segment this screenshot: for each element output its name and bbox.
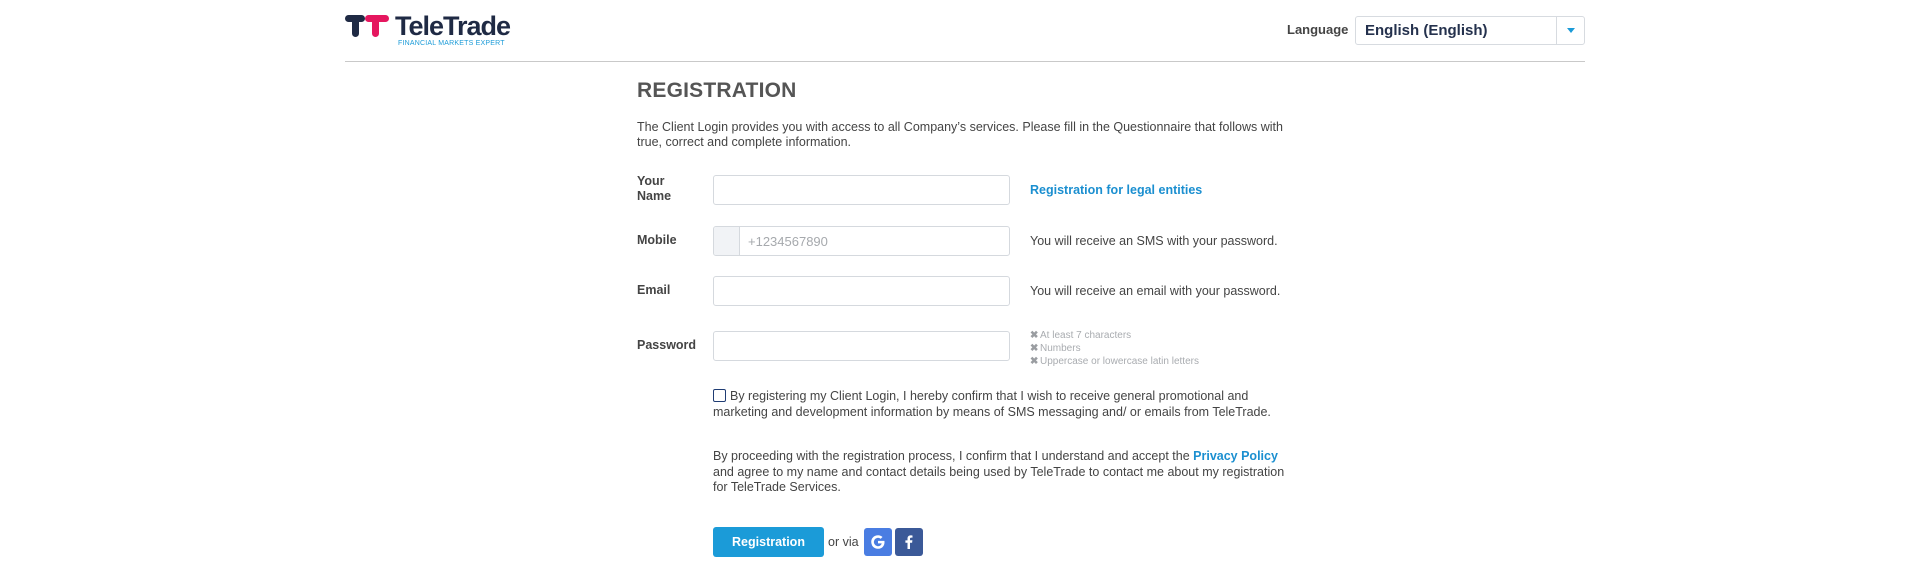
page: TeleTrade FINANCIAL MARKETS EXPERT Langu… xyxy=(0,0,1906,561)
or-via-label: or via xyxy=(828,535,859,549)
email-row: Email You will receive an email with you… xyxy=(637,276,1297,306)
google-icon xyxy=(870,535,885,549)
chevron-down-icon xyxy=(1566,28,1575,33)
password-rules: ✖ At least 7 characters ✖ Numbers ✖ Uppe… xyxy=(1030,329,1199,368)
logo-text: TeleTrade FINANCIAL MARKETS EXPERT xyxy=(395,11,511,48)
logo[interactable]: TeleTrade FINANCIAL MARKETS EXPERT xyxy=(345,11,511,48)
password-rule-text: Uppercase or lowercase latin letters xyxy=(1040,356,1199,367)
cross-icon: ✖ xyxy=(1030,330,1039,341)
intro-text: The Client Login provides you with acces… xyxy=(637,120,1283,149)
name-label: Your Name xyxy=(637,174,672,203)
password-rule: ✖ At least 7 characters xyxy=(1030,329,1199,342)
teletrade-logo-icon xyxy=(345,15,389,37)
password-input[interactable] xyxy=(713,331,1010,361)
email-input[interactable] xyxy=(713,276,1010,306)
facebook-icon xyxy=(904,535,913,549)
facebook-login-button[interactable] xyxy=(894,528,923,556)
logo-name: TeleTrade xyxy=(395,11,511,41)
password-rule: ✖ Numbers xyxy=(1030,342,1199,355)
cross-icon: ✖ xyxy=(1030,343,1039,354)
password-rule-text: Numbers xyxy=(1040,343,1081,354)
google-login-button[interactable] xyxy=(863,528,892,556)
mobile-row: Mobile You will receive an SMS with your… xyxy=(637,226,1297,256)
email-label: Email xyxy=(637,283,671,297)
language-dropdown-toggle[interactable] xyxy=(1556,17,1584,44)
country-code-selector[interactable] xyxy=(714,227,740,255)
privacy-text-after: and agree to my name and contact details… xyxy=(713,464,1285,495)
email-hint: You will receive an email with your pass… xyxy=(1030,284,1281,298)
password-rule: ✖ Uppercase or lowercase latin letters xyxy=(1030,355,1199,368)
password-label: Password xyxy=(637,338,697,352)
privacy-notice: By proceeding with the registration proc… xyxy=(713,449,1288,496)
marketing-consent-checkbox[interactable] xyxy=(713,389,726,402)
password-rule-text: At least 7 characters xyxy=(1040,330,1132,341)
form-actions: Registration or via xyxy=(713,527,923,557)
mobile-label: Mobile xyxy=(637,233,677,247)
marketing-consent: By registering my Client Login, I hereby… xyxy=(713,389,1278,420)
mobile-field xyxy=(713,226,1010,256)
language-selected-value: English (English) xyxy=(1365,22,1488,39)
privacy-policy-link[interactable]: Privacy Policy xyxy=(1193,449,1278,463)
page-title: REGISTRATION xyxy=(637,79,797,102)
legal-entities-link[interactable]: Registration for legal entities xyxy=(1030,183,1202,197)
mobile-input[interactable] xyxy=(740,227,1009,255)
language-select[interactable]: English (English) xyxy=(1355,16,1585,45)
name-input[interactable] xyxy=(713,175,1010,205)
password-row: Password ✖ At least 7 characters ✖ Numbe… xyxy=(637,330,1297,367)
name-row: Your Name Registration for legal entitie… xyxy=(637,174,1297,205)
mobile-hint: You will receive an SMS with your passwo… xyxy=(1030,234,1278,248)
header: TeleTrade FINANCIAL MARKETS EXPERT Langu… xyxy=(345,0,1585,62)
privacy-text-before: By proceeding with the registration proc… xyxy=(713,449,1194,463)
language-label: Language xyxy=(1287,22,1349,37)
cross-icon: ✖ xyxy=(1030,356,1039,367)
registration-button[interactable]: Registration xyxy=(713,527,824,557)
logo-tagline: FINANCIAL MARKETS EXPERT xyxy=(398,40,505,47)
marketing-consent-text: By registering my Client Login, I hereby… xyxy=(713,389,1271,419)
